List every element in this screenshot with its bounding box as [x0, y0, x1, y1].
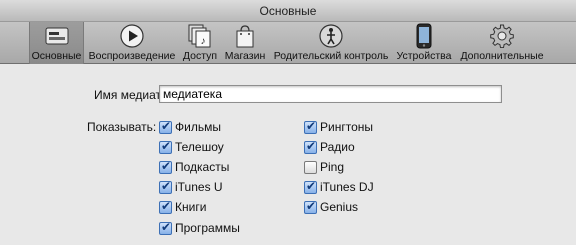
checkbox-box[interactable]	[159, 139, 172, 154]
preferences-toolbar: Основные Воспроизведение ♪ Доступ Магази…	[0, 22, 576, 64]
checkbox-ping[interactable]: Ping	[304, 159, 344, 175]
checkbox-label: Телешоу	[175, 140, 224, 154]
checkbox-label: iTunes DJ	[320, 180, 374, 194]
general-pane: Имя медиатеки: Показывать: Фильмы Телешо…	[0, 65, 576, 245]
checkbox-tv-shows[interactable]: Телешоу	[159, 139, 224, 155]
checkbox-box[interactable]	[159, 179, 172, 194]
tab-advanced-label: Дополнительные	[460, 50, 544, 62]
checkbox-label: Genius	[320, 200, 359, 214]
window-title: Основные	[0, 0, 576, 22]
checkbox-apps[interactable]: Программы	[159, 220, 240, 236]
checkbox-label: iTunes U	[175, 180, 223, 194]
checkbox-box[interactable]	[159, 220, 172, 235]
checkbox-label: Рингтоны	[320, 120, 373, 134]
store-bag-icon	[232, 23, 258, 49]
tab-store-label: Магазин	[224, 50, 266, 62]
parental-icon	[318, 23, 344, 49]
checkbox-label: Радио	[320, 140, 355, 154]
checkbox-ringtones[interactable]: Рингтоны	[304, 119, 373, 135]
checkbox-itunes-u[interactable]: iTunes U	[159, 179, 223, 195]
checkbox-label: Программы	[175, 221, 240, 235]
tab-devices-label: Устройства	[396, 50, 452, 62]
checkbox-box[interactable]	[159, 159, 172, 174]
tab-advanced[interactable]: Дополнительные	[459, 22, 545, 64]
checkbox-genius[interactable]: Genius	[304, 199, 358, 215]
checkbox-movies[interactable]: Фильмы	[159, 119, 221, 135]
checkbox-box[interactable]	[159, 199, 172, 214]
sharing-icon: ♪	[187, 23, 213, 49]
tab-sharing[interactable]: ♪ Доступ	[180, 22, 220, 64]
tab-parental-label: Родительский контроль	[273, 50, 389, 62]
checkbox-box[interactable]	[159, 119, 172, 134]
svg-text:♪: ♪	[201, 36, 206, 47]
tab-playback[interactable]: Воспроизведение	[87, 22, 177, 64]
tab-parental-controls[interactable]: Родительский контроль	[272, 22, 390, 64]
checkbox-books[interactable]: Книги	[159, 199, 206, 215]
gear-icon	[489, 23, 515, 49]
iphone-icon	[411, 23, 437, 49]
tab-playback-label: Воспроизведение	[88, 50, 176, 62]
general-icon	[44, 23, 70, 49]
tab-general-label: Основные	[31, 50, 82, 62]
play-icon	[119, 23, 145, 49]
library-name-label: Имя медиатеки:	[94, 88, 183, 102]
checkbox-box[interactable]	[304, 119, 317, 134]
checkbox-label: Ping	[320, 160, 345, 174]
checkbox-itunes-dj[interactable]: iTunes DJ	[304, 179, 374, 195]
show-label: Показывать:	[87, 120, 157, 134]
checkbox-box[interactable]	[304, 160, 317, 174]
checkbox-label: Книги	[175, 200, 207, 214]
tab-general[interactable]: Основные	[29, 22, 84, 64]
checkbox-podcasts[interactable]: Подкасты	[159, 159, 229, 175]
checkbox-label: Фильмы	[175, 120, 221, 134]
tab-sharing-label: Доступ	[182, 50, 218, 62]
checkbox-radio[interactable]: Радио	[304, 139, 355, 155]
tab-store[interactable]: Магазин	[222, 22, 268, 64]
library-name-input[interactable]	[159, 85, 502, 103]
checkbox-box[interactable]	[304, 139, 317, 154]
checkbox-label: Подкасты	[175, 160, 230, 174]
tab-devices[interactable]: Устройства	[393, 22, 455, 64]
checkbox-box[interactable]	[304, 199, 317, 214]
checkbox-box[interactable]	[304, 179, 317, 194]
